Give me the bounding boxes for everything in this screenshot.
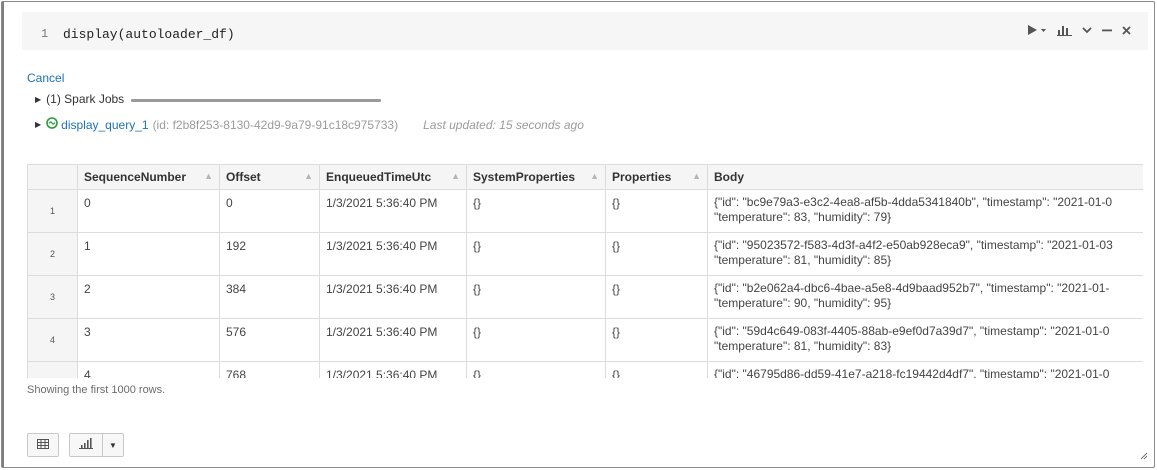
column-header[interactable]: Body [707,164,1143,190]
stream-status-icon [46,117,58,132]
table-cell: 576 [219,318,320,362]
close-icon[interactable] [1121,24,1132,36]
table-row: 2 1 192 1/3/2021 5:36:40 PM {} {} {"id":… [27,232,1143,276]
result-table-container[interactable]: SequenceNumber ▲ Offset ▲ EnqueuedTimeUtc ▲… [27,164,1143,378]
table-cell: 1/3/2021 5:36:40 PM [319,275,467,319]
column-header[interactable]: SequenceNumber ▲ [77,164,220,190]
body-text: {"id": "46795d86-dd59-41e7-a218-fc19442d… [714,367,1110,378]
sort-icon[interactable]: ▲ [204,171,213,181]
table-row: 1 0 0 1/3/2021 5:36:40 PM {} {} {"id": "… [27,189,1143,233]
table-cell: {} [466,361,606,378]
table-cell: {"id": "46795d86-dd59-41e7-a218-fc19442d… [707,361,1143,378]
sort-icon[interactable]: ▲ [451,171,460,181]
table-cell: {} [605,361,708,378]
table-cell: {} [605,232,708,276]
chart-options-dropdown[interactable]: ▼ [103,433,124,457]
chart-view-group: ▼ [69,433,124,457]
body-text: "temperature": 83, "humidity": 79} [714,210,892,224]
body-text: "temperature": 90, "humidity": 95} [714,296,892,310]
table-cell: 1 [77,232,220,276]
sort-icon[interactable]: ▲ [304,171,313,181]
spark-jobs-label: (1) Spark Jobs [46,92,125,106]
row-index: 4 [27,318,78,362]
table-row: 3 2 384 1/3/2021 5:36:40 PM {} {} {"id":… [27,275,1143,319]
table-cell: 1/3/2021 5:36:40 PM [319,189,467,233]
cancel-link[interactable]: Cancel [27,71,64,85]
resize-handle-icon[interactable] [1140,449,1148,463]
bar-chart-icon [79,438,93,452]
table-cell: {"id": "b2e062a4-dbc6-4bae-a5e8-4d9baad9… [707,275,1143,319]
column-header[interactable]: Offset ▲ [219,164,320,190]
notebook-cell: 1 display(autoloader_df) Cancel ▶ (1) Sp… [1,1,1155,468]
caret-down-icon: ▼ [109,440,117,450]
view-switcher: ▼ [27,433,124,457]
code-editor[interactable]: 1 display(autoloader_df) [22,12,1148,50]
table-cell: {} [605,275,708,319]
table-cell: 2 [77,275,220,319]
line-number: 1 [41,27,49,41]
body-text: "temperature": 81, "humidity": 85} [714,253,892,267]
row-index: 5 [27,361,78,378]
table-cell: 1/3/2021 5:36:40 PM [319,232,467,276]
table-cell: {} [466,189,606,233]
table-cell: 0 [219,189,320,233]
table-cell: {} [605,189,708,233]
table-cell: 1/3/2021 5:36:40 PM [319,318,467,362]
table-cell: 1/3/2021 5:36:40 PM [319,361,467,378]
row-index-header [27,164,78,190]
table-cell: {"id": "95023572-f583-4d3f-a4f2-e50ab928… [707,232,1143,276]
table-cell: 384 [219,275,320,319]
code-line[interactable]: display(autoloader_df) [63,27,235,42]
table-cell: {"id": "bc9e79a3-e3c2-4ea8-af5b-4dda5341… [707,189,1143,233]
table-cell: 192 [219,232,320,276]
table-cell: 3 [77,318,220,362]
sort-icon[interactable]: ▲ [590,171,599,181]
row-count-note: Showing the first 1000 rows. [27,384,166,396]
row-index: 1 [27,189,78,233]
row-index: 3 [27,275,78,319]
minimize-icon[interactable] [1101,24,1113,36]
last-updated: Last updated: 15 seconds ago [423,117,584,132]
table-cell: {} [466,275,606,319]
table-row: 5 4 768 1/3/2021 5:36:40 PM {} {} {"id":… [27,361,1143,378]
spark-jobs-toggle[interactable]: ▶ (1) Spark Jobs [35,92,382,106]
run-dropdown-icon[interactable] [1027,24,1049,36]
body-text: "temperature": 81, "humidity": 83} [714,339,892,353]
column-header[interactable]: EnqueuedTimeUtc ▲ [319,164,467,190]
table-cell: 0 [77,189,220,233]
query-id: (id: f2b8f253-8130-42d9-9a79-91c18c97573… [152,117,399,132]
job-progress-bar [131,98,382,102]
row-index: 2 [27,232,78,276]
caret-right-icon: ▶ [35,94,42,104]
table-cell: 4 [77,361,220,378]
cell-toolbar [1027,24,1132,36]
table-cell: 768 [219,361,320,378]
caret-right-icon[interactable]: ▶ [35,120,41,129]
result-table: SequenceNumber ▲ Offset ▲ EnqueuedTimeUtc ▲… [27,164,1143,378]
table-cell: {} [466,232,606,276]
table-row: 4 3 576 1/3/2021 5:36:40 PM {} {} {"id":… [27,318,1143,362]
table-cell: {} [466,318,606,362]
chevron-down-icon[interactable] [1081,24,1093,36]
column-header[interactable]: Properties ▲ [605,164,708,190]
stream-query-row: ▶ display_query_1 (id: f2b8f253-8130-42d… [35,117,584,132]
sort-icon[interactable]: ▲ [692,171,701,181]
table-view-button[interactable] [27,433,59,457]
table-cell: {} [605,318,708,362]
bar-chart-icon[interactable] [1057,24,1073,36]
query-name-link[interactable]: display_query_1 [61,118,148,132]
table-header-row: SequenceNumber ▲ Offset ▲ EnqueuedTimeUtc ▲… [27,164,1143,190]
column-header[interactable]: SystemProperties ▲ [466,164,606,190]
chart-view-button[interactable] [69,433,103,457]
table-cell: {"id": "59d4c649-083f-4405-88ab-e9ef0d7a… [707,318,1143,362]
table-icon [37,438,49,452]
